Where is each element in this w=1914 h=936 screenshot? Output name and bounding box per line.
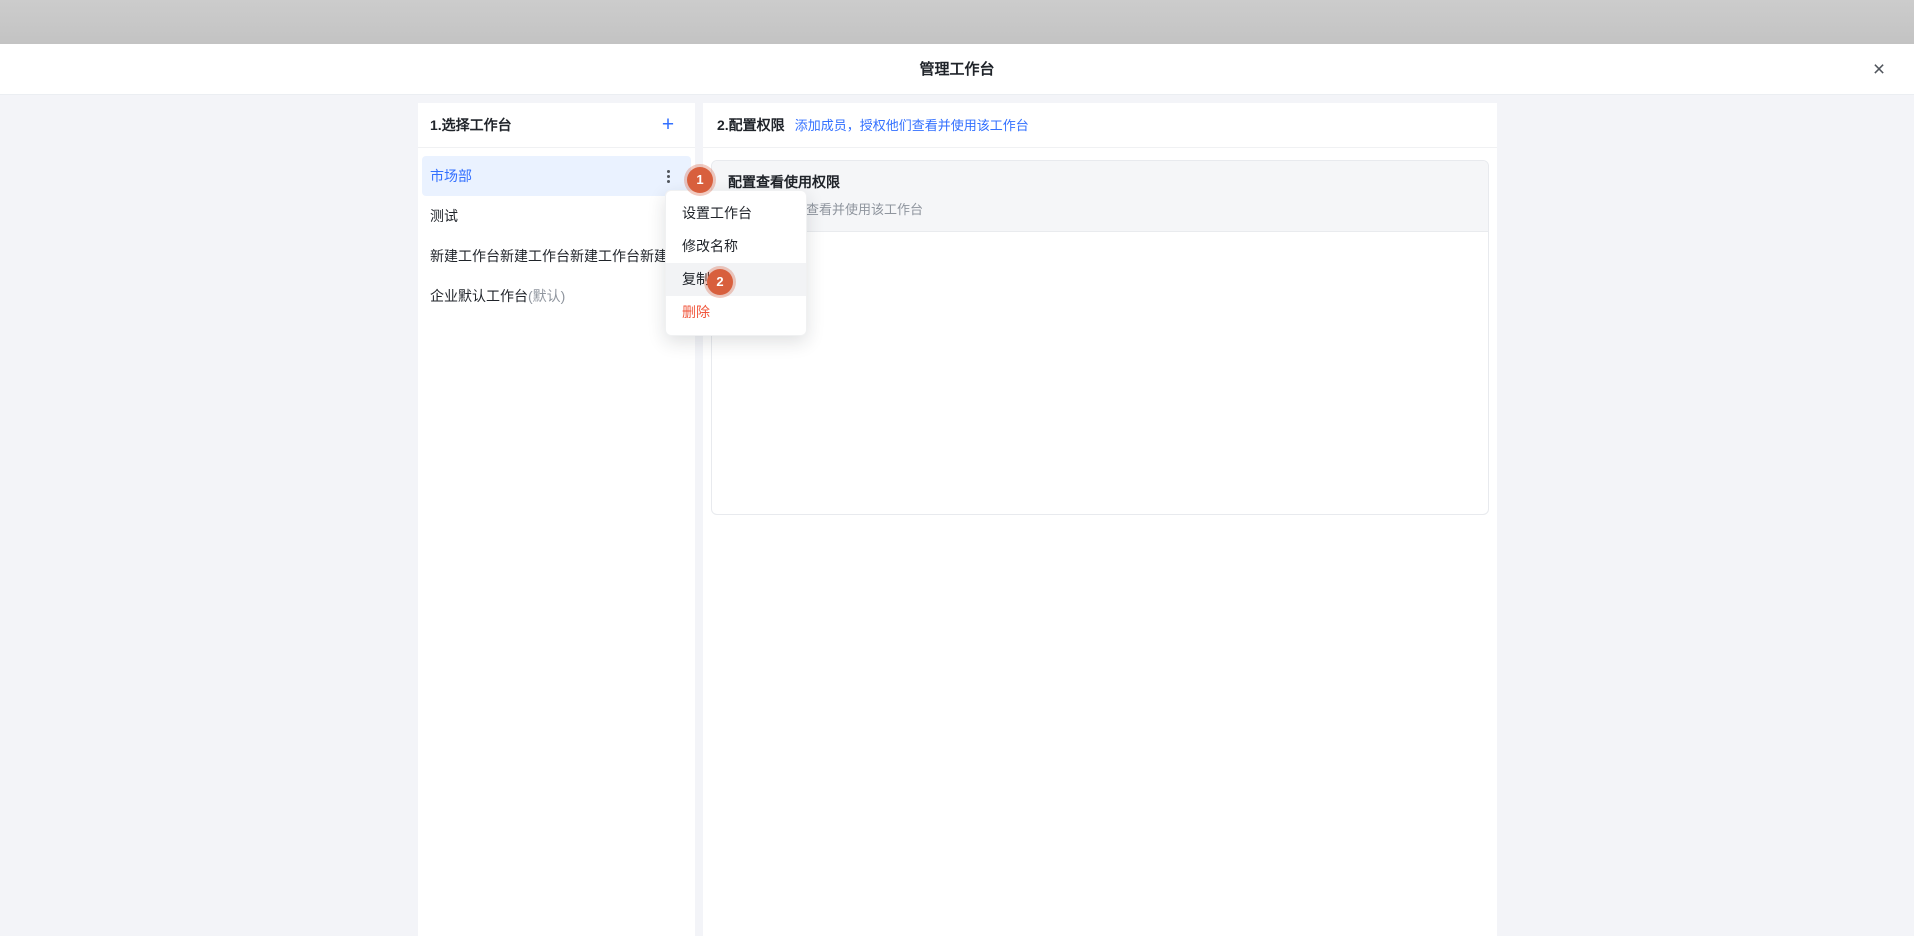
ellipsis-icon (667, 170, 670, 173)
permission-config-box: 配置查看使用权限 以下成员可以查看并使用该工作台 (711, 160, 1489, 515)
permission-box-header: 配置查看使用权限 以下成员可以查看并使用该工作台 (712, 161, 1488, 232)
menu-item-copy[interactable]: 复制 (666, 263, 806, 296)
modal-header: 管理工作台 × (0, 44, 1914, 95)
menu-item-delete[interactable]: 删除 (666, 296, 806, 329)
permissions-header-label: 2.配置权限 (717, 103, 785, 148)
workbench-list-header: 1.选择工作台 + (418, 103, 695, 148)
annotation-step-badge-1: 1 (687, 167, 713, 193)
workbench-item-label: 新建工作台新建工作台新建工作台新建工作台 (430, 248, 695, 264)
menu-item-settings[interactable]: 设置工作台 (666, 197, 806, 230)
page-title: 管理工作台 (0, 44, 1914, 95)
browser-chrome-bar (0, 0, 1914, 44)
add-members-link[interactable]: 添加成员，授权他们查看并使用该工作台 (795, 103, 1029, 148)
workbench-item-xinjian[interactable]: 新建工作台新建工作台新建工作台新建工作台 (418, 236, 695, 276)
workbench-list: 市场部 测试 新建工作台新建工作台新建工作台新建工作台 企业默认工作台(默认) (418, 148, 695, 316)
close-icon: × (1873, 58, 1885, 81)
workbench-item-ceshi[interactable]: 测试 (418, 196, 695, 236)
permission-box-subtitle: 以下成员可以查看并使用该工作台 (728, 199, 1472, 218)
plus-icon: + (662, 113, 674, 136)
workbench-item-label: 企业默认工作台 (430, 288, 528, 304)
permissions-header: 2.配置权限 添加成员，授权他们查看并使用该工作台 (703, 103, 1497, 148)
menu-item-rename[interactable]: 修改名称 (666, 230, 806, 263)
permission-box-title: 配置查看使用权限 (728, 172, 1472, 192)
workbench-item-label: 测试 (430, 208, 458, 224)
default-tag: (默认) (528, 288, 565, 304)
permissions-panel: 2.配置权限 添加成员，授权他们查看并使用该工作台 配置查看使用权限 以下成员可… (703, 103, 1497, 936)
workbench-item-shichangbu[interactable]: 市场部 (422, 156, 691, 196)
workbench-list-header-label: 1.选择工作台 (430, 117, 512, 133)
workbench-item-label: 市场部 (430, 168, 472, 184)
annotation-step-badge-2: 2 (707, 269, 733, 295)
workbench-list-panel: 1.选择工作台 + 市场部 测试 新建工作台新建工作台新建工作台新建工作台 企业… (418, 103, 695, 936)
close-button[interactable]: × (1866, 57, 1892, 83)
workbench-item-default[interactable]: 企业默认工作台(默认) (418, 276, 695, 316)
workbench-context-menu: 设置工作台 修改名称 复制 删除 (665, 190, 807, 336)
more-actions-button[interactable] (659, 166, 677, 186)
add-workbench-button[interactable]: + (653, 103, 683, 148)
ellipsis-icon (667, 180, 670, 183)
ellipsis-icon (667, 175, 670, 178)
